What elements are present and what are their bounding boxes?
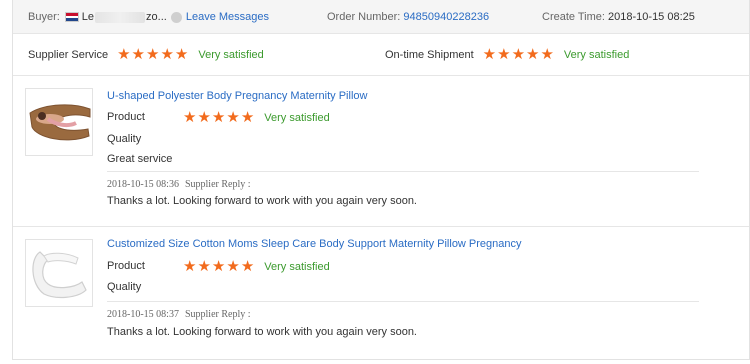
order-header: Buyer: Le zo... Leave Messages Order Num… <box>13 0 749 34</box>
product-rating-label: Product <box>107 111 145 123</box>
star-icon: ★ <box>174 45 189 63</box>
supplier-service-rating: Supplier Service ★ ★ ★ ★ ★ Very satisfied <box>28 45 264 63</box>
create-time-value: 2018-10-15 08:25 <box>608 11 695 23</box>
u-pillow-brown-image <box>26 89 92 155</box>
satisfaction-text: Very satisfied <box>264 111 330 124</box>
star-rating: ★ ★ ★ ★ ★ <box>183 108 255 126</box>
satisfaction-text: Very satisfied <box>198 48 264 61</box>
product-review: U-shaped Polyester Body Pregnancy Matern… <box>13 76 749 227</box>
product-title-link[interactable]: Customized Size Cotton Moms Sleep Care B… <box>107 238 522 250</box>
quality-label: Quality <box>107 133 142 145</box>
product-rating: ★ ★ ★ ★ ★ Very satisfied <box>183 257 330 275</box>
reply-time: 2018-10-15 08:37 <box>107 309 179 320</box>
star-icon: ★ <box>497 45 511 63</box>
on-time-shipment-rating: On-time Shipment ★ ★ ★ ★ ★ Very satisfied <box>385 45 630 63</box>
star-icon: ★ <box>240 108 255 126</box>
star-icon: ★ <box>240 257 255 275</box>
star-icon: ★ <box>160 45 174 63</box>
product-review: Customized Size Cotton Moms Sleep Care B… <box>13 227 749 360</box>
create-time-label: Create Time: <box>542 11 605 23</box>
star-icon: ★ <box>211 108 226 126</box>
star-icon: ★ <box>183 108 197 126</box>
star-icon: ★ <box>197 108 211 126</box>
product-thumbnail[interactable] <box>25 88 93 156</box>
star-icon: ★ <box>183 257 197 275</box>
star-rating: ★ ★ ★ ★ ★ <box>183 257 255 275</box>
star-icon: ★ <box>226 108 240 126</box>
supplier-reply-label: Supplier Reply : <box>184 179 251 190</box>
satisfaction-text: Very satisfied <box>563 48 630 61</box>
create-time: Create Time: 2018-10-15 08:25 <box>542 11 695 23</box>
star-icon: ★ <box>226 257 240 275</box>
buyer-name-end: zo... <box>146 11 167 23</box>
redacted-name-blur <box>95 11 146 23</box>
buyer-label: Buyer: <box>28 11 60 23</box>
reply-time: 2018-10-15 08:36 <box>107 179 179 190</box>
star-icon: ★ <box>482 45 497 63</box>
supplier-service-label: Supplier Service <box>28 48 109 61</box>
supplier-reply-meta: 2018-10-15 08:37 Supplier Reply : <box>107 309 251 320</box>
u-pillow-white-image <box>26 240 92 306</box>
product-rating-label: Product <box>107 260 145 272</box>
review-card: Buyer: Le zo... Leave Messages Order Num… <box>12 0 750 360</box>
leave-messages-link[interactable]: Leave Messages <box>186 11 269 23</box>
supplier-reply-label: Supplier Reply : <box>184 309 251 320</box>
buyer-avatar-icon <box>170 11 182 23</box>
star-icon: ★ <box>511 45 526 63</box>
reply-divider <box>107 171 699 172</box>
on-time-shipment-label: On-time Shipment <box>385 48 474 61</box>
star-icon: ★ <box>526 45 540 63</box>
buyer-name-start: Le <box>81 11 95 23</box>
buyer-info: Buyer: Le zo... Leave Messages <box>28 11 269 23</box>
buyer-comment: Great service <box>107 153 173 165</box>
order-number-link[interactable]: 94850940228236 <box>403 11 489 23</box>
star-rating: ★ ★ ★ ★ ★ <box>482 45 555 63</box>
product-thumbnail[interactable] <box>25 239 93 307</box>
star-icon: ★ <box>197 257 211 275</box>
satisfaction-text: Very satisfied <box>264 260 330 273</box>
order-number: Order Number: 94850940228236 <box>327 11 489 23</box>
store-rating-summary: Supplier Service ★ ★ ★ ★ ★ Very satisfied On… <box>13 34 749 76</box>
product-title-link[interactable]: U-shaped Polyester Body Pregnancy Matern… <box>107 90 367 102</box>
supplier-reply-text: Thanks a lot. Looking forward to work wi… <box>107 326 417 338</box>
star-icon: ★ <box>117 45 131 63</box>
order-number-label: Order Number: <box>327 11 401 23</box>
netherlands-flag-icon <box>64 12 79 22</box>
supplier-reply-meta: 2018-10-15 08:36 Supplier Reply : <box>107 179 251 190</box>
reply-divider <box>107 301 699 302</box>
product-rating: ★ ★ ★ ★ ★ Very satisfied <box>183 108 330 126</box>
star-icon: ★ <box>540 45 554 63</box>
star-icon: ★ <box>131 45 145 63</box>
star-icon: ★ <box>146 45 160 63</box>
quality-label: Quality <box>107 281 142 293</box>
supplier-reply-text: Thanks a lot. Looking forward to work wi… <box>107 195 417 207</box>
star-icon: ★ <box>211 257 226 275</box>
star-rating: ★ ★ ★ ★ ★ <box>117 45 189 63</box>
